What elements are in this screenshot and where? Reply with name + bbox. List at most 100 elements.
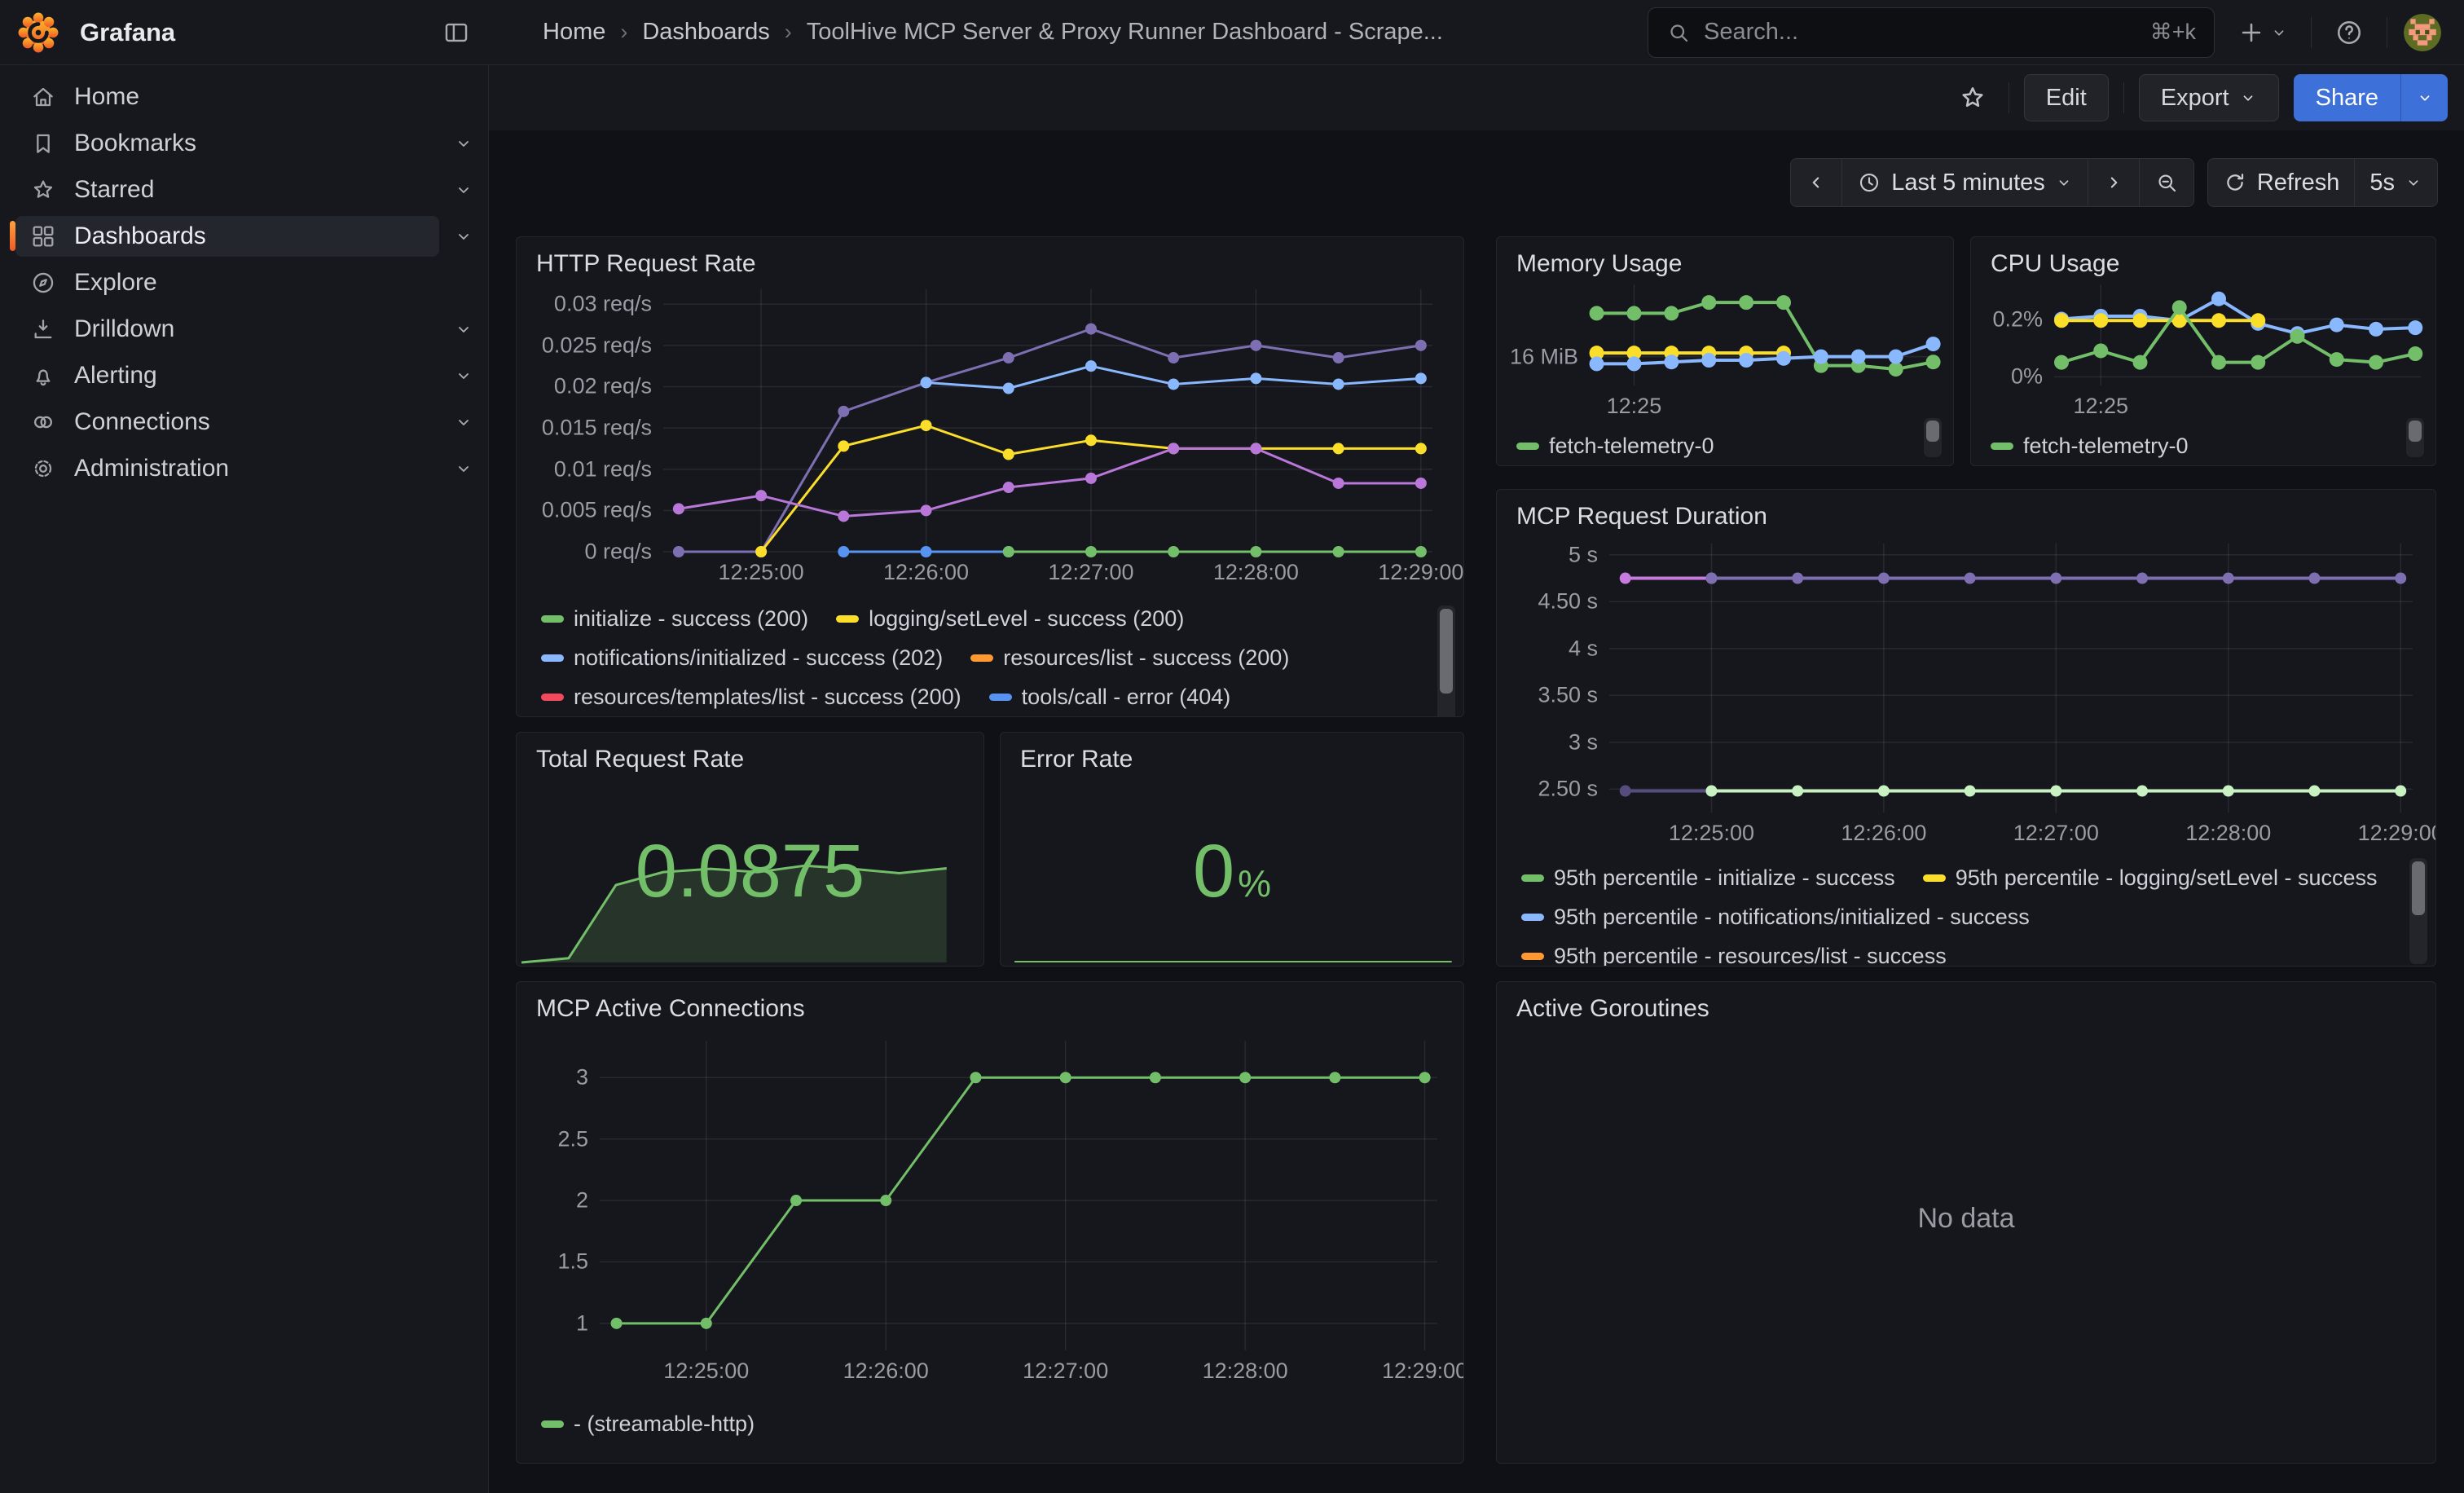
legend-item[interactable]: - (streamable-http) bbox=[541, 1412, 755, 1437]
export-button[interactable]: Export bbox=[2139, 74, 2279, 121]
legend-item[interactable]: 95th percentile - logging/setLevel - suc… bbox=[1923, 865, 2378, 891]
chevron-down-icon[interactable] bbox=[439, 227, 488, 246]
legend-swatch bbox=[1991, 443, 2013, 450]
breadcrumb-separator: › bbox=[785, 20, 792, 45]
legend-item[interactable]: 95th percentile - initialize - success bbox=[1521, 865, 1895, 891]
time-series-chart[interactable] bbox=[2054, 284, 2421, 385]
panel-mcp-active-connections[interactable]: MCP Active Connections 11.522.53 12:25:0… bbox=[516, 981, 1464, 1464]
panel-mcp-request-duration[interactable]: MCP Request Duration 5 s4.50 s4 s3.50 s3… bbox=[1496, 489, 2436, 967]
favorite-star-button[interactable] bbox=[1951, 77, 1994, 119]
share-button[interactable]: Share bbox=[2294, 74, 2400, 121]
legend-item[interactable]: initialize - success (200) bbox=[541, 606, 808, 632]
grafana-logo-icon[interactable] bbox=[18, 12, 59, 53]
legend-scrollbar[interactable] bbox=[1924, 418, 1942, 457]
legend-swatch bbox=[541, 694, 564, 701]
panel-title: MCP Request Duration bbox=[1516, 503, 1767, 531]
panel-active-goroutines[interactable]: Active Goroutines No data bbox=[1496, 981, 2436, 1464]
chevron-down-icon[interactable] bbox=[439, 459, 488, 478]
sidebar-link-administration[interactable]: Administration bbox=[15, 448, 439, 489]
legend-label: 95th percentile - logging/setLevel - suc… bbox=[1956, 865, 2378, 891]
sidebar-link-connections[interactable]: Connections bbox=[15, 402, 439, 443]
time-series-chart[interactable] bbox=[1609, 544, 2413, 813]
sidebar-link-home[interactable]: Home bbox=[15, 77, 439, 117]
legend-item[interactable]: logging/setLevel - success (200) bbox=[836, 606, 1184, 632]
sidebar-item-explore: Explore bbox=[0, 259, 488, 306]
y-axis: 0.2%0% bbox=[1981, 284, 2054, 385]
gear-icon bbox=[30, 456, 56, 482]
legend-item[interactable]: resources/templates/list - success (200) bbox=[541, 685, 961, 710]
legend-label: initialize - success (200) bbox=[574, 606, 808, 632]
legend-item[interactable]: 95th percentile - notifications/initiali… bbox=[1521, 905, 2030, 930]
sidebar-item-label: Drilldown bbox=[74, 315, 174, 343]
panel-total-request-rate[interactable]: Total Request Rate 0.0875 bbox=[516, 732, 984, 967]
user-avatar[interactable] bbox=[2404, 14, 2441, 51]
sidebar-link-bookmarks[interactable]: Bookmarks bbox=[15, 123, 439, 164]
chevron-down-icon[interactable] bbox=[439, 180, 488, 200]
time-series-chart[interactable] bbox=[1590, 284, 1938, 385]
zoom-out-icon bbox=[2154, 170, 2179, 195]
bookmark-icon bbox=[30, 130, 56, 156]
legend-label: 95th percentile - initialize - success bbox=[1554, 865, 1895, 891]
sidebar-item-connections: Connections bbox=[0, 399, 488, 445]
legend-item[interactable]: fetch-telemetry-0 bbox=[1516, 434, 1714, 459]
chart-svg bbox=[1590, 284, 1938, 385]
y-axis-tick: 0.025 req/s bbox=[542, 333, 652, 358]
connections-icon bbox=[30, 409, 56, 435]
add-new-button[interactable] bbox=[2231, 12, 2295, 53]
y-axis-tick: 0.2% bbox=[1992, 306, 2043, 332]
chevron-down-icon[interactable] bbox=[439, 412, 488, 432]
legend-item[interactable]: fetch-telemetry-0 bbox=[1991, 434, 2189, 459]
refresh-interval-picker[interactable]: 5s bbox=[2354, 159, 2437, 206]
time-shift-back-button[interactable] bbox=[1791, 159, 1841, 206]
time-series-chart[interactable] bbox=[663, 289, 1432, 552]
stat-value: 0.0875 bbox=[517, 834, 983, 909]
refresh-button[interactable]: Refresh bbox=[2208, 159, 2355, 206]
legend-scrollbar[interactable] bbox=[2409, 858, 2427, 964]
time-range-picker[interactable]: Last 5 minutes bbox=[1841, 159, 2088, 206]
chevron-down-icon[interactable] bbox=[439, 319, 488, 339]
active-item-accent bbox=[10, 221, 15, 251]
breadcrumb-home[interactable]: Home bbox=[543, 19, 605, 46]
panel-memory-usage[interactable]: Memory Usage 16 MiB 12:25 fetch-telemetr… bbox=[1496, 236, 1954, 466]
nav-left: Grafana bbox=[0, 0, 489, 64]
chart-svg bbox=[2054, 284, 2421, 385]
chevron-down-icon bbox=[2270, 24, 2288, 42]
sidebar-link-starred[interactable]: Starred bbox=[15, 170, 439, 210]
legend-label: logging/setLevel - success (200) bbox=[869, 606, 1184, 632]
brand-title: Grafana bbox=[80, 18, 175, 47]
zoom-out-button[interactable] bbox=[2139, 159, 2193, 206]
panel-cpu-usage[interactable]: CPU Usage 0.2%0% 12:25 fetch-telemetry-0 bbox=[1970, 236, 2436, 466]
legend-label: 95th percentile - notifications/initiali… bbox=[1554, 905, 2030, 930]
share-dropdown-button[interactable] bbox=[2400, 74, 2448, 121]
legend-scrollbar[interactable] bbox=[2406, 418, 2424, 457]
stat-value: 0% bbox=[1001, 834, 1463, 909]
sidebar-link-drilldown[interactable]: Drilldown bbox=[15, 309, 439, 350]
edit-button[interactable]: Edit bbox=[2024, 74, 2109, 121]
sidebar-item-home: Home bbox=[0, 73, 488, 120]
chevron-down-icon[interactable] bbox=[439, 134, 488, 153]
panel-title: Total Request Rate bbox=[536, 746, 744, 773]
angle-left-icon bbox=[1806, 172, 1827, 193]
y-axis-tick: 3.50 s bbox=[1538, 683, 1598, 708]
legend-item[interactable]: 95th percentile - resources/list - succe… bbox=[1521, 944, 1947, 967]
dock-sidebar-icon[interactable] bbox=[437, 13, 476, 52]
search-input[interactable]: Search... ⌘+k bbox=[1648, 7, 2215, 58]
help-button[interactable] bbox=[2328, 11, 2370, 54]
panel-http-request-rate[interactable]: HTTP Request Rate 0 req/s0.005 req/s0.01… bbox=[516, 236, 1464, 717]
sidebar-link-explore[interactable]: Explore bbox=[15, 262, 439, 303]
breadcrumb-dashboards[interactable]: Dashboards bbox=[642, 19, 769, 46]
panel-error-rate[interactable]: Error Rate 0% bbox=[1000, 732, 1464, 967]
chevron-down-icon[interactable] bbox=[439, 366, 488, 385]
sidebar-link-dashboards[interactable]: Dashboards bbox=[15, 216, 439, 257]
y-axis-tick: 2 bbox=[576, 1188, 588, 1213]
time-series-chart[interactable] bbox=[600, 1041, 1437, 1350]
share-split-button: Share bbox=[2294, 74, 2448, 121]
sidebar-link-alerting[interactable]: Alerting bbox=[15, 355, 439, 396]
legend-item[interactable]: tools/call - error (404) bbox=[989, 685, 1231, 710]
time-shift-forward-button[interactable] bbox=[2088, 159, 2139, 206]
legend-item[interactable]: notifications/initialized - success (202… bbox=[541, 645, 943, 671]
x-axis-tick: 12:25 bbox=[2073, 394, 2128, 419]
legend-scrollbar[interactable] bbox=[1437, 606, 1455, 717]
x-axis-tick: 12:29:00 bbox=[2358, 821, 2436, 846]
legend-item[interactable]: resources/list - success (200) bbox=[970, 645, 1289, 671]
